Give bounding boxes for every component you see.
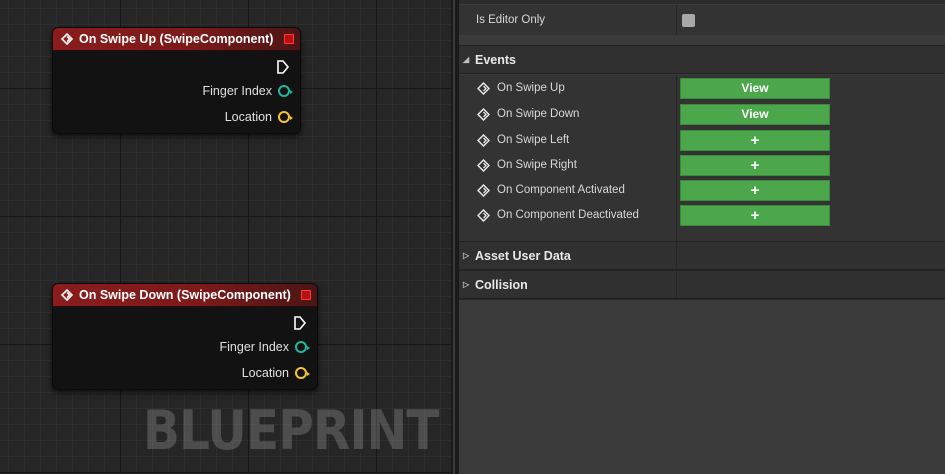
event-row-on-swipe-down: On Swipe Down View <box>459 101 945 127</box>
view-event-button[interactable]: View <box>680 77 830 99</box>
delegate-pin-icon[interactable] <box>284 34 294 44</box>
event-diamond-icon <box>61 289 73 301</box>
event-label: On Swipe Right <box>497 159 577 171</box>
event-row-on-swipe-left: On Swipe Left + <box>459 127 945 153</box>
details-empty-area <box>459 299 945 474</box>
pin-label: Location <box>224 110 272 124</box>
property-row-is-editor-only: Is Editor Only <box>459 5 945 35</box>
category-collision[interactable]: ▷ Collision <box>459 270 945 299</box>
category-label: Collision <box>475 277 528 292</box>
vector-pin-icon[interactable] <box>278 111 293 123</box>
collapsed-arrow-icon[interactable]: ▷ <box>463 280 473 289</box>
add-event-button[interactable]: + <box>680 129 830 151</box>
vector-pin-icon[interactable] <box>295 367 310 379</box>
category-label: Events <box>475 52 516 67</box>
exec-output-pin-icon[interactable] <box>276 59 290 75</box>
category-asset-user-data[interactable]: ▷ Asset User Data <box>459 241 945 270</box>
pin-label: Finger Index <box>219 340 289 354</box>
add-event-button[interactable]: + <box>680 204 830 226</box>
event-label: On Component Activated <box>497 184 625 196</box>
pin-label: Location <box>241 366 289 380</box>
event-label: On Swipe Up <box>497 82 565 94</box>
event-row-on-component-deactivated: On Component Deactivated + <box>459 202 945 241</box>
event-row-on-swipe-up: On Swipe Up View <box>459 75 945 101</box>
is-editor-only-checkbox[interactable] <box>682 13 695 27</box>
plus-icon: + <box>750 131 760 149</box>
plus-icon: + <box>750 206 760 224</box>
category-header-edge <box>459 0 945 4</box>
plus-icon: + <box>750 156 760 174</box>
event-label: On Component Deactivated <box>497 209 639 221</box>
panel-splitter[interactable] <box>451 0 459 474</box>
event-diamond-icon <box>477 183 490 197</box>
pin-finger-index[interactable]: Finger Index <box>202 84 293 98</box>
category-events[interactable]: ◢ Events <box>459 45 945 74</box>
blueprint-watermark: BLUEPRINT <box>143 399 440 462</box>
event-diamond-icon <box>477 133 490 147</box>
event-diamond-icon <box>61 33 73 45</box>
event-row-on-swipe-right: On Swipe Right + <box>459 152 945 178</box>
add-event-button[interactable]: + <box>680 154 830 176</box>
expand-arrow-icon[interactable]: ◢ <box>463 55 473 64</box>
add-event-button[interactable]: + <box>680 179 830 201</box>
node-title: On Swipe Up (SwipeComponent) <box>79 32 274 46</box>
pin-finger-index[interactable]: Finger Index <box>219 340 310 354</box>
event-diamond-icon <box>477 208 490 222</box>
event-diamond-icon <box>477 158 490 172</box>
category-label: Asset User Data <box>475 248 571 263</box>
blueprint-graph[interactable]: On Swipe Up (SwipeComponent) Finger Inde… <box>0 0 451 474</box>
exec-output-pin-icon[interactable] <box>293 315 307 331</box>
event-row-on-component-activated: On Component Activated + <box>459 177 945 203</box>
node-title: On Swipe Down (SwipeComponent) <box>79 288 291 302</box>
event-diamond-icon <box>477 107 490 121</box>
pin-location[interactable]: Location <box>241 366 310 380</box>
pin-label: Finger Index <box>202 84 272 98</box>
collapsed-arrow-icon[interactable]: ▷ <box>463 251 473 260</box>
node-header[interactable]: On Swipe Down (SwipeComponent) <box>53 284 317 307</box>
event-label: On Swipe Left <box>497 134 570 146</box>
pin-location[interactable]: Location <box>224 110 293 124</box>
details-panel: Is Editor Only ◢ Events On Swipe Up View… <box>459 0 945 474</box>
int-pin-icon[interactable] <box>278 85 293 97</box>
delegate-pin-icon[interactable] <box>301 290 311 300</box>
node-header[interactable]: On Swipe Up (SwipeComponent) <box>53 28 300 51</box>
property-label: Is Editor Only <box>476 14 546 26</box>
event-diamond-icon <box>477 81 490 95</box>
plus-icon: + <box>750 181 760 199</box>
event-node-on-swipe-down[interactable]: On Swipe Down (SwipeComponent) Finger In… <box>52 283 318 390</box>
int-pin-icon[interactable] <box>295 341 310 353</box>
event-label: On Swipe Down <box>497 108 580 120</box>
event-node-on-swipe-up[interactable]: On Swipe Up (SwipeComponent) Finger Inde… <box>52 27 301 134</box>
view-event-button[interactable]: View <box>680 103 830 125</box>
